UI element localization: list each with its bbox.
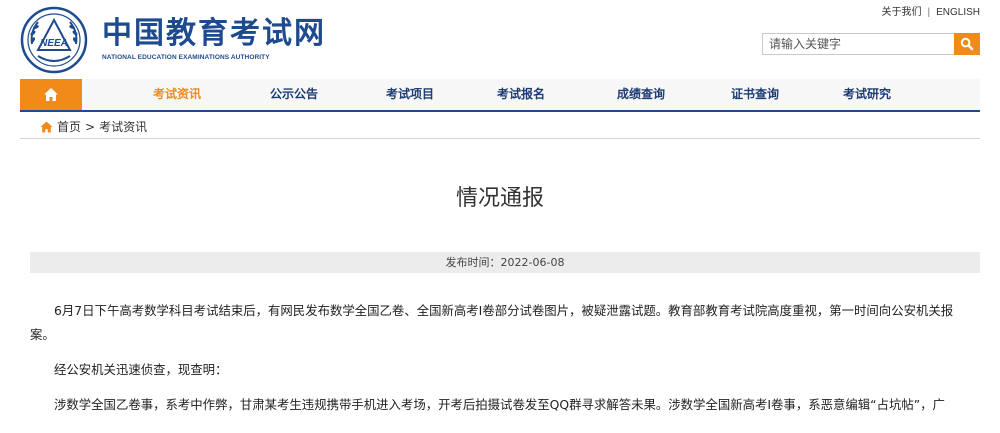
- breadcrumb-home-link[interactable]: 首页: [57, 118, 81, 135]
- article-paragraph: 经公安机关迅速侦查，现查明：: [54, 362, 228, 377]
- site-name-cn: 中国教育考试网: [102, 16, 326, 51]
- english-link[interactable]: ENGLISH: [936, 7, 980, 18]
- neea-emblem-icon: NEEA: [20, 6, 88, 74]
- article-paragraph: 6月7日下午高考数学科目考试结束后，有网民发布数学全国乙卷、全国新高考I卷部分试…: [54, 303, 954, 318]
- search-box: [762, 33, 980, 55]
- nav-item-announcements[interactable]: 公示公告: [249, 79, 339, 110]
- about-link[interactable]: 关于我们: [881, 3, 921, 18]
- main-nav: 考试资讯 公示公告 考试项目 考试报名 成绩查询 证书查询 考试研究: [20, 79, 980, 112]
- article-paragraph: 案。: [30, 327, 55, 342]
- nav-item-score-query[interactable]: 成绩查询: [596, 79, 686, 110]
- top-links-separator: |: [927, 7, 931, 18]
- nav-item-exam-projects[interactable]: 考试项目: [365, 79, 455, 110]
- article-paragraph: 涉数学全国乙卷事，系考中作弊，甘肃某考生违规携带手机进入考场，开考后拍摄试卷发至…: [54, 397, 945, 412]
- site-name-en: NATIONAL EDUCATION EXAMINATIONS AUTHORIT…: [102, 54, 270, 61]
- breadcrumb-home-icon: [40, 121, 53, 133]
- breadcrumb: 首页 > 考试资讯: [20, 115, 980, 139]
- nav-item-registration[interactable]: 考试报名: [476, 79, 566, 110]
- nav-item-exam-research[interactable]: 考试研究: [822, 79, 912, 110]
- svg-text:NEEA: NEEA: [40, 38, 68, 49]
- publish-time: 发布时间：2022-06-08: [445, 256, 565, 269]
- search-icon: [960, 37, 974, 51]
- home-icon: [44, 88, 58, 101]
- nav-item-exam-news[interactable]: 考试资讯: [132, 79, 222, 110]
- nav-home-button[interactable]: [20, 79, 82, 110]
- publish-time-bar: 发布时间：2022-06-08: [30, 252, 980, 273]
- breadcrumb-separator: >: [85, 119, 96, 134]
- nav-item-certificate-query[interactable]: 证书查询: [710, 79, 800, 110]
- search-input[interactable]: [762, 33, 954, 55]
- logo-text: 中国教育考试网 NATIONAL EDUCATION EXAMINATIONS …: [102, 16, 326, 62]
- article-title: 情况通报: [455, 186, 544, 211]
- breadcrumb-current[interactable]: 考试资讯: [99, 118, 147, 135]
- search-button[interactable]: [954, 33, 980, 55]
- top-links: 关于我们 | ENGLISH: [881, 3, 980, 18]
- site-logo[interactable]: NEEA 中国教育考试网 NATIONAL EDUCATION EXAMINAT…: [20, 6, 326, 74]
- article-content: 6月7日下午高考数学科目考试结束后，有网民发布数学全国乙卷、全国新高考I卷部分试…: [0, 299, 1000, 417]
- site-header: NEEA 中国教育考试网 NATIONAL EDUCATION EXAMINAT…: [0, 0, 1000, 78]
